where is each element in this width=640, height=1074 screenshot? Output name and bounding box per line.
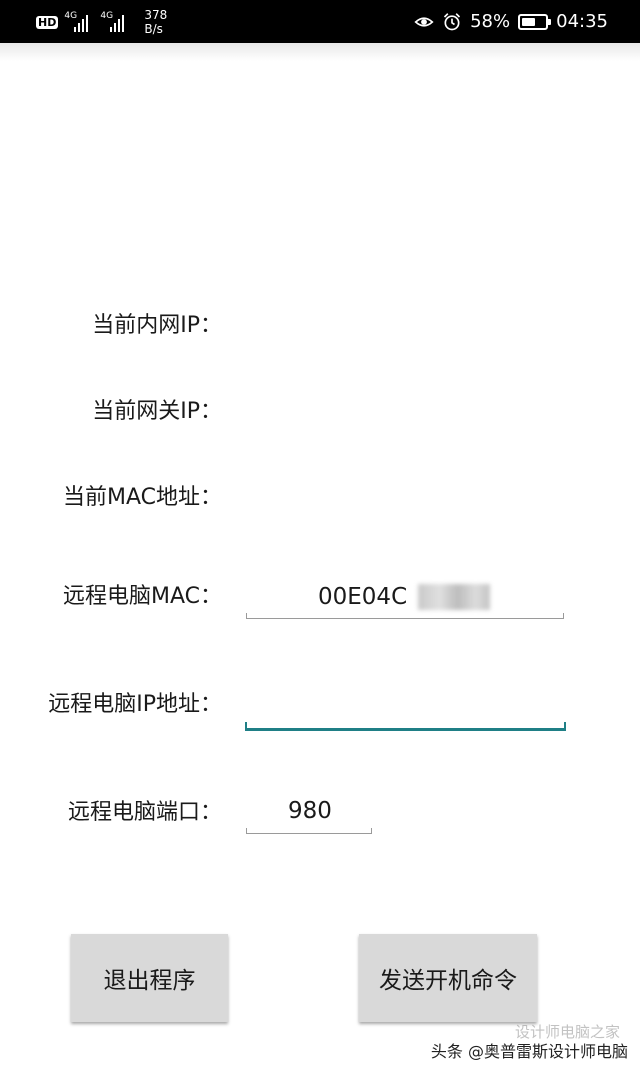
eye-icon [414,16,434,27]
toolbar-shadow [0,43,640,61]
local-mac-label: 当前MAC地址： [62,485,222,510]
local-ip-label: 当前内网IP： [92,313,222,338]
alarm-icon [444,12,461,30]
exit-button[interactable]: 退出程序 [71,934,228,1022]
hd-badge: HD [36,15,59,29]
watermark: 头条 @奥普雷斯设计师电脑 [431,1038,628,1062]
remote-ip-underline [245,722,566,731]
remote-port-input[interactable] [288,795,368,827]
send-wake-button[interactable]: 发送开机命令 [359,934,537,1022]
battery-percent: 58% [470,11,511,32]
remote-ip-input[interactable] [250,690,560,722]
status-bar-right: 58% 04:35 [414,0,608,43]
gateway-ip-label: 当前网关IP： [92,399,222,424]
remote-ip-label: 远程电脑IP地址： [48,692,222,717]
remote-port-underline [246,828,372,834]
clock: 04:35 [556,11,608,32]
watermark-text: 头条 @奥普雷斯设计师电脑 [430,1042,628,1061]
net-speed-value: 378 [144,8,168,22]
status-bar: HD 4G 4G 378 B/s 58% 04:35 [0,0,640,43]
signal-1-icon: 4G [64,12,94,32]
signal-2-icon: 4G [100,12,130,32]
status-bar-left: HD 4G 4G 378 B/s [36,6,167,38]
remote-mac-label: 远程电脑MAC： [62,584,222,609]
remote-mac-underline [246,613,564,619]
redacted-mac-blur [418,584,490,610]
remote-port-label: 远程电脑端口： [67,800,222,825]
battery-icon [518,13,552,30]
net-speed: 378 B/s [144,8,167,36]
net-speed-unit: B/s [144,22,163,36]
